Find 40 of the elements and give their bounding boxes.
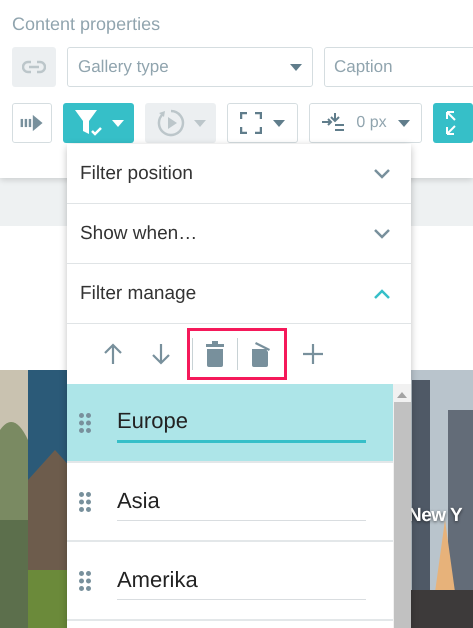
plus-icon — [302, 343, 324, 365]
fullscreen-button[interactable] — [227, 103, 298, 143]
panel-title: Content properties — [12, 14, 162, 35]
accordion-header[interactable]: Filter manage — [67, 264, 411, 324]
arrow-up-icon — [103, 343, 123, 365]
scroll-up-icon — [397, 392, 407, 398]
fullscreen-icon — [240, 112, 262, 134]
autoplay-button[interactable] — [12, 103, 52, 143]
spacing-icon — [321, 112, 346, 134]
filter-row[interactable]: Amerika — [67, 542, 393, 621]
spacing-value: 0 px — [356, 114, 387, 132]
filter-row[interactable]: Europe — [67, 384, 393, 463]
caret-icon — [194, 120, 206, 126]
link-icon — [22, 60, 46, 74]
caret-icon — [290, 64, 302, 70]
play-cycle-icon — [154, 107, 187, 139]
caret-icon — [112, 120, 124, 126]
trash-icon — [205, 341, 225, 367]
caret-icon — [273, 120, 286, 126]
caret-icon — [398, 120, 410, 126]
expand-button[interactable] — [433, 103, 473, 143]
chevron-up-icon — [373, 288, 391, 300]
scrollbar[interactable] — [393, 384, 411, 628]
chevron-down-icon — [373, 228, 391, 240]
accordion-header[interactable]: Show when… — [67, 204, 411, 264]
filter-row[interactable]: Asia — [67, 463, 393, 542]
drag-handle-icon — [79, 570, 91, 590]
arrow-down-icon — [151, 343, 171, 365]
filter-check-icon — [72, 108, 105, 138]
filter-name-field[interactable]: Amerika — [117, 561, 366, 600]
trash-lid-open-icon — [250, 341, 270, 367]
chevron-down-icon — [373, 168, 391, 180]
filter-name-field[interactable]: Asia — [117, 482, 366, 521]
filter-name-field[interactable]: Europe — [117, 402, 366, 443]
drag-handle-icon — [79, 492, 91, 512]
filter-button[interactable] — [63, 103, 134, 143]
drag-handle-icon — [79, 412, 91, 432]
accordion-header[interactable]: Filter position — [67, 144, 411, 204]
bars-arrow-icon — [19, 112, 45, 134]
caption-field[interactable]: Caption — [324, 47, 473, 87]
